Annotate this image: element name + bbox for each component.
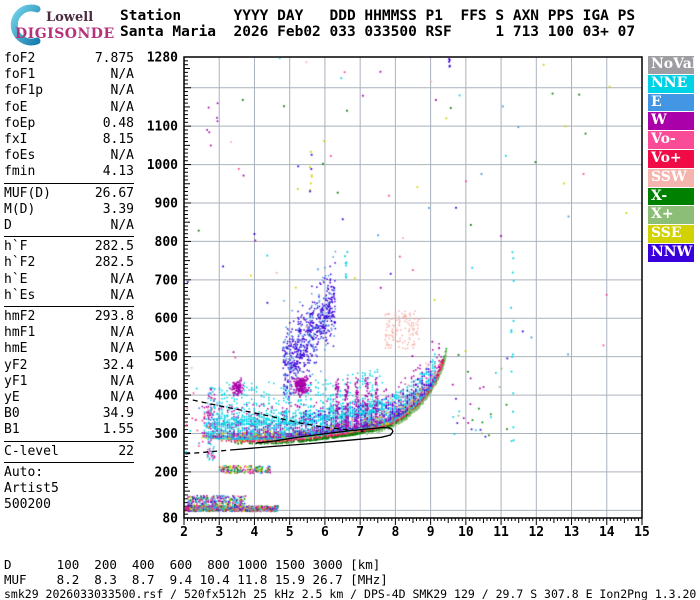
profile-line-dashed: [183, 448, 236, 455]
echo-direction-legend: NoVal NNE E W Vo- Vo+ SSW X- X+ SSE NNW: [648, 56, 697, 263]
legend-item-noval: NoVal: [648, 56, 697, 74]
ionogram-app: Lowell DIGISONDE Station YYYY DAY DDD HH…: [0, 0, 700, 600]
d-muf-table: D 100 200 400 600 800 1000 1500 3000 [km…: [4, 557, 388, 587]
profile-line-dashed: [183, 397, 364, 432]
profile-line-solid: [235, 426, 394, 451]
muf-row: MUF 8.2 8.3 8.7 9.4 10.4 11.8 15.9 26.7 …: [4, 572, 388, 587]
legend-item-nne: NNE: [648, 74, 694, 93]
legend-item-nnw: NNW: [648, 243, 694, 262]
legend-item-w: W: [648, 112, 694, 131]
footer-info: smk29_2026033033500.rsf / 520fx512h 25 k…: [4, 587, 697, 600]
legend-item-e: E: [648, 93, 694, 112]
plot-profile-lines: [183, 397, 394, 455]
legend-item-ssw: SSW: [648, 168, 694, 187]
legend-item-vo: Vo+: [648, 149, 694, 168]
legend-item-x: X+: [648, 206, 694, 225]
legend-item-vo: Vo-: [648, 131, 694, 149]
d-row: D 100 200 400 600 800 1000 1500 3000 [km…: [4, 557, 381, 572]
legend-item-sse: SSE: [648, 225, 694, 243]
legend-item-x: X-: [648, 187, 694, 206]
